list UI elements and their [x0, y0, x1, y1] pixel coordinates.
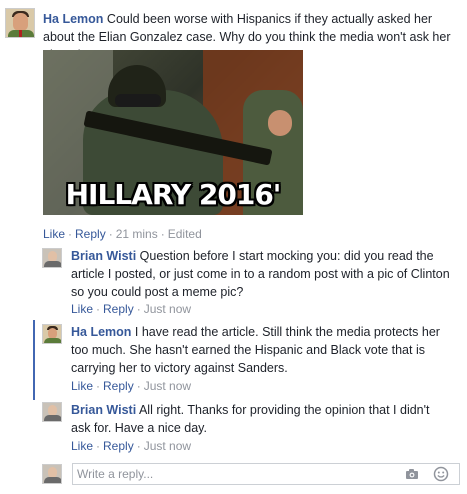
reply-actions: Like · Reply · Just now — [71, 438, 191, 454]
reply-actions: Like · Reply · Just now — [71, 378, 191, 394]
reply-author-link[interactable]: Brian Wisti — [71, 249, 136, 263]
comment-actions: Like · Reply · 21 mins · Edited — [43, 226, 202, 242]
like-link[interactable]: Like — [71, 302, 93, 316]
reply-body: Ha Lemon I have read the article. Still … — [71, 323, 451, 377]
avatar[interactable] — [42, 248, 62, 268]
reply-input[interactable] — [77, 466, 377, 482]
separator: · — [136, 379, 141, 393]
composer-avatar — [42, 464, 62, 484]
separator: · — [68, 227, 73, 241]
separator: · — [96, 439, 101, 453]
timestamp[interactable]: 21 mins — [116, 227, 158, 241]
timestamp[interactable]: Just now — [144, 439, 191, 453]
reply-link[interactable]: Reply — [75, 227, 106, 241]
avatar[interactable] — [42, 324, 62, 344]
image-caption: HILLARY 2016' — [65, 178, 282, 211]
separator: · — [136, 302, 141, 316]
reply-composer — [72, 463, 460, 485]
reply-body: Brian Wisti All right. Thanks for provid… — [71, 401, 451, 437]
edited-label[interactable]: Edited — [168, 227, 202, 241]
comment-author-link[interactable]: Ha Lemon — [43, 12, 103, 26]
reply-actions: Like · Reply · Just now — [71, 301, 191, 317]
like-link[interactable]: Like — [71, 379, 93, 393]
like-link[interactable]: Like — [43, 227, 65, 241]
avatar[interactable] — [42, 402, 62, 422]
separator: · — [96, 379, 101, 393]
reply-body: Brian Wisti Question before I start mock… — [71, 247, 451, 301]
separator: · — [96, 302, 101, 316]
comment-image[interactable]: HILLARY 2016' — [43, 50, 303, 215]
separator: · — [136, 439, 141, 453]
reply-link[interactable]: Reply — [103, 379, 134, 393]
timestamp[interactable]: Just now — [144, 302, 191, 316]
like-link[interactable]: Like — [71, 439, 93, 453]
reply-author-link[interactable]: Ha Lemon — [71, 325, 131, 339]
avatar[interactable] — [5, 8, 35, 38]
reply-author-link[interactable]: Brian Wisti — [71, 403, 136, 417]
reply-link[interactable]: Reply — [103, 439, 134, 453]
separator: · — [160, 227, 165, 241]
replies-list: Brian Wisti Question before I start mock… — [33, 242, 467, 494]
reply-link[interactable]: Reply — [103, 302, 134, 316]
timestamp[interactable]: Just now — [144, 379, 191, 393]
smiley-icon[interactable] — [433, 466, 449, 482]
camera-icon[interactable] — [405, 467, 419, 481]
active-reply-indicator — [33, 320, 35, 400]
separator: · — [108, 227, 113, 241]
